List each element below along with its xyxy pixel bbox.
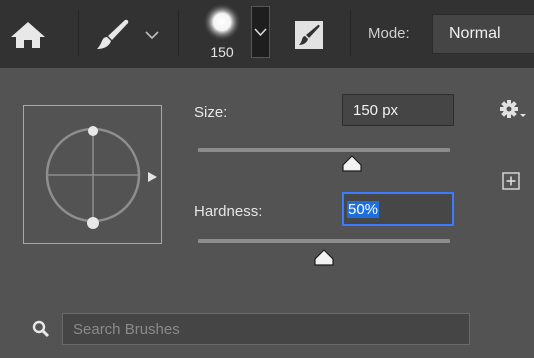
size-value: 150 px [353,101,399,119]
chevron-down-icon [145,31,159,40]
size-field[interactable]: 150 px [342,94,454,126]
size-slider-track[interactable] [198,148,450,152]
size-label: Size: [194,104,228,121]
roundness-handle-top [88,126,98,136]
search-brushes-field[interactable] [62,313,470,345]
options-bar: 150 Mode: Normal [0,0,534,68]
brush-settings-panel-icon [295,21,323,49]
angle-arrow-icon[interactable] [146,170,160,184]
brush-size-readout: 150 [210,44,234,60]
brush-icon [97,19,129,49]
hardness-label: Hardness: [194,203,263,220]
home-button[interactable] [8,20,48,50]
size-slider-thumb[interactable] [340,154,364,174]
toolbar-separator [78,10,79,56]
toggle-brush-settings-button[interactable] [294,20,324,50]
gear-icon [500,100,526,118]
soft-brush-tip-icon [203,3,241,41]
search-icon [32,320,50,338]
search-brushes-input[interactable] [73,320,469,338]
brush-angle-roundness-preview[interactable] [23,105,162,244]
mode-select[interactable]: Normal [432,14,534,54]
brush-preset-picker[interactable]: 150 [200,2,248,64]
tool-preset-picker[interactable] [92,16,162,52]
home-icon [11,22,45,48]
hardness-slider-thumb[interactable] [312,248,336,268]
brush-tip-preview [45,126,141,229]
mode-label: Mode: [368,25,410,42]
new-brush-preset-button[interactable] [502,172,520,190]
hardness-field[interactable]: 50% [342,192,454,226]
hardness-value: 50% [347,200,380,218]
brush-preset-dropdown[interactable] [251,6,270,58]
mode-value: Normal [449,25,501,42]
toolbar-separator [350,10,351,56]
hardness-slider-track[interactable] [198,239,450,243]
panel-settings-button[interactable] [498,98,528,122]
roundness-handle-bottom [87,217,99,229]
plus-square-icon [502,172,520,190]
toolbar-separator [178,10,179,56]
chevron-down-icon [254,28,267,37]
